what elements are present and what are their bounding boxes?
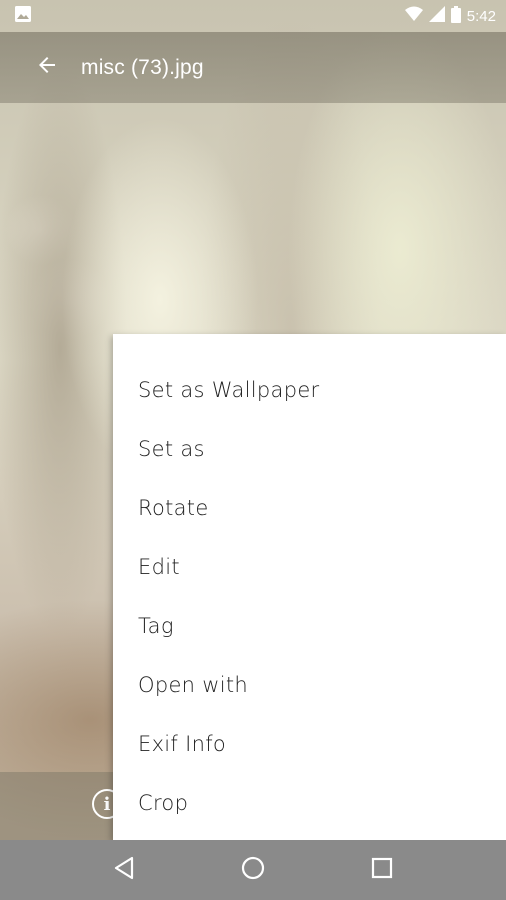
battery-icon xyxy=(450,5,461,27)
recents-square-icon xyxy=(371,857,393,884)
back-button[interactable] xyxy=(13,32,81,103)
menu-item-set-as-wallpaper[interactable]: Set as Wallpaper xyxy=(113,360,506,419)
menu-item-crop[interactable]: Crop xyxy=(113,774,506,833)
status-right: 5:42 xyxy=(404,5,496,27)
app-bar: misc (73).jpg xyxy=(0,32,506,103)
back-triangle-icon xyxy=(113,856,135,885)
signal-icon xyxy=(428,6,445,26)
arrow-back-icon xyxy=(35,53,59,82)
info-icon: i xyxy=(103,793,111,815)
overflow-menu: Set as Wallpaper Set as Rotate Edit Tag … xyxy=(113,334,506,840)
menu-item-edit[interactable]: Edit xyxy=(113,537,506,596)
nav-recents-button[interactable] xyxy=(362,850,402,890)
menu-item-tag[interactable]: Tag xyxy=(113,596,506,655)
menu-item-rotate[interactable]: Rotate xyxy=(113,478,506,537)
image-notification-icon xyxy=(14,5,32,28)
status-bar: 5:42 xyxy=(0,0,506,32)
navigation-bar xyxy=(0,840,506,900)
page-title: misc (73).jpg xyxy=(81,55,204,79)
nav-home-button[interactable] xyxy=(233,850,273,890)
menu-item-set-as[interactable]: Set as xyxy=(113,419,506,478)
clock: 5:42 xyxy=(466,7,496,25)
menu-item-open-with[interactable]: Open with xyxy=(113,655,506,714)
wifi-icon xyxy=(404,6,423,26)
nav-back-button[interactable] xyxy=(104,850,144,890)
home-circle-icon xyxy=(241,856,265,885)
menu-item-exif-info[interactable]: Exif Info xyxy=(113,715,506,774)
